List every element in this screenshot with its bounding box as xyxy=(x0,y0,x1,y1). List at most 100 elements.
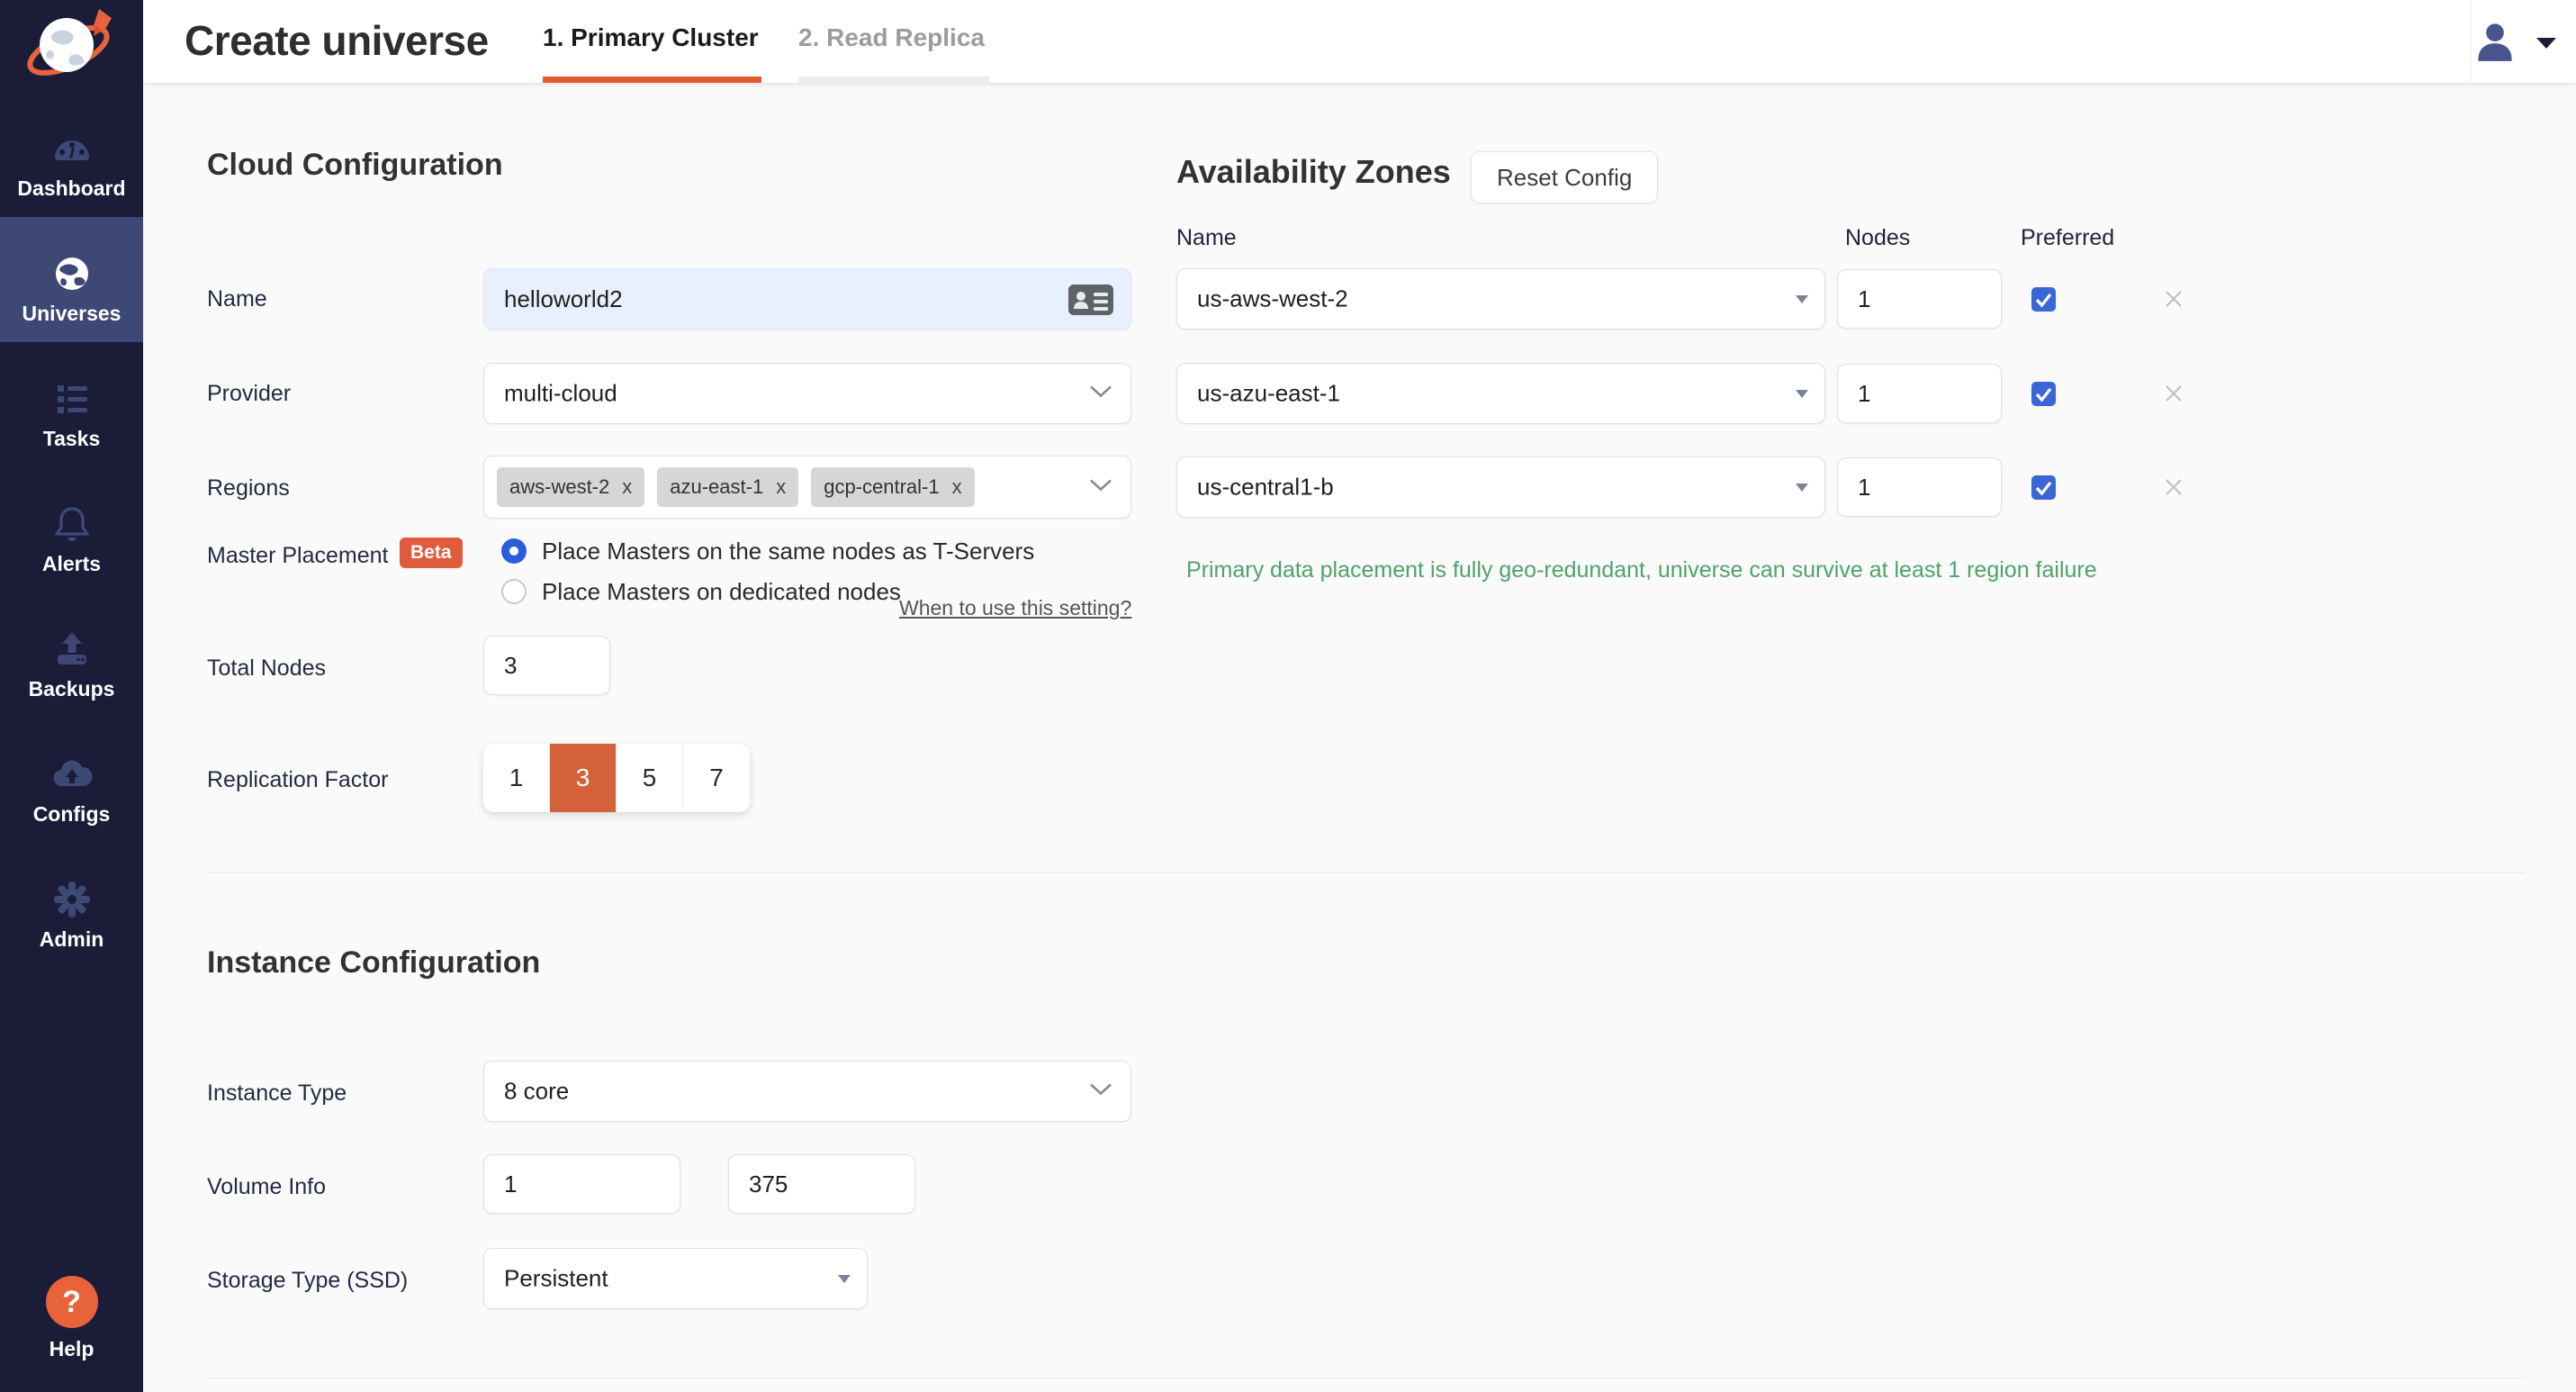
tab-label: 2. Read Replica xyxy=(798,23,985,52)
az-zone-select[interactable]: us-azu-east-1 xyxy=(1176,363,1825,424)
replication-factor-label: Replication Factor xyxy=(207,767,388,793)
sidebar-item-configs[interactable]: Configs xyxy=(0,718,143,843)
remove-chip-icon[interactable]: x xyxy=(776,475,786,499)
dropdown-caret-icon xyxy=(1796,390,1808,398)
provider-select[interactable]: multi-cloud xyxy=(483,363,1131,424)
region-chip-label: gcp-central-1 xyxy=(824,475,939,499)
total-nodes-input[interactable] xyxy=(483,636,610,695)
remove-zone-icon[interactable] xyxy=(2163,288,2184,310)
chevron-down-icon xyxy=(2536,38,2556,49)
region-chip[interactable]: aws-west-2 x xyxy=(497,467,644,507)
preferred-checkbox-checked[interactable] xyxy=(2031,287,2056,312)
regions-label: Regions xyxy=(207,475,290,502)
sidebar-item-tasks[interactable]: Tasks xyxy=(0,342,143,467)
chevron-down-icon xyxy=(1089,478,1112,497)
header-divider xyxy=(2471,0,2472,83)
dropdown-caret-icon xyxy=(838,1275,851,1283)
user-icon xyxy=(2473,51,2517,67)
az-nodes-input[interactable] xyxy=(1837,457,2002,517)
create-universe-page: Dashboard Universes xyxy=(0,0,2576,1392)
bell-icon xyxy=(0,502,143,547)
regions-multiselect[interactable]: aws-west-2 x azu-east-1 x gcp-central-1 … xyxy=(483,456,1131,519)
instance-type-select[interactable]: 8 core xyxy=(483,1061,1131,1122)
master-placement-label: Master Placement xyxy=(207,543,388,569)
active-tab-indicator xyxy=(543,77,761,83)
tab-primary-cluster[interactable]: 1. Primary Cluster xyxy=(543,0,761,83)
backup-upload-icon xyxy=(0,627,143,672)
chevron-down-icon xyxy=(1089,1082,1112,1101)
remove-zone-icon[interactable] xyxy=(2163,383,2184,404)
main-content: Cloud Configuration Name Provider multi-… xyxy=(143,83,2576,1392)
tab-read-replica[interactable]: 2. Read Replica xyxy=(798,0,989,83)
instance-type-value: 8 core xyxy=(504,1078,569,1106)
universe-name-input[interactable] xyxy=(483,268,1131,330)
volume-count-input[interactable] xyxy=(483,1154,680,1214)
sidebar-item-dashboard[interactable]: Dashboard xyxy=(0,92,143,217)
total-nodes-label: Total Nodes xyxy=(207,655,326,682)
replication-factor-7-button[interactable]: 7 xyxy=(683,744,750,812)
az-zone-select[interactable]: us-aws-west-2 xyxy=(1176,268,1825,330)
sidebar-item-label: Tasks xyxy=(0,427,143,451)
remove-chip-icon[interactable]: x xyxy=(952,475,962,499)
radio-selected-icon xyxy=(501,538,527,564)
availability-zones-heading: Availability Zones xyxy=(1176,153,1451,191)
storage-type-value: Persistent xyxy=(504,1265,608,1293)
help-label: Help xyxy=(0,1337,143,1361)
remove-chip-icon[interactable]: x xyxy=(622,475,632,499)
section-divider xyxy=(207,872,2525,873)
region-chip-label: aws-west-2 xyxy=(509,475,609,499)
region-chip[interactable]: azu-east-1 x xyxy=(657,467,798,507)
sidebar-item-universes[interactable]: Universes xyxy=(0,217,143,342)
preferred-checkbox-checked[interactable] xyxy=(2031,475,2056,500)
replication-factor-3-button[interactable]: 3 xyxy=(550,744,617,812)
az-column-name: Name xyxy=(1176,225,1237,251)
radio-label: Place Masters on the same nodes as T-Ser… xyxy=(542,538,1034,565)
az-zone-select[interactable]: us-central1-b xyxy=(1176,456,1825,518)
radio-masters-dedicated-nodes[interactable]: Place Masters on dedicated nodes xyxy=(501,575,901,608)
sidebar-item-label: Backups xyxy=(0,677,143,701)
beta-badge: Beta xyxy=(400,538,463,568)
gear-icon xyxy=(0,877,143,922)
az-column-nodes: Nodes xyxy=(1845,225,1910,251)
sidebar-item-backups[interactable]: Backups xyxy=(0,592,143,718)
sidebar-item-alerts[interactable]: Alerts xyxy=(0,467,143,592)
replication-factor-1-button[interactable]: 1 xyxy=(483,744,550,812)
sidebar-item-label: Dashboard xyxy=(0,176,143,201)
sidebar-item-help[interactable]: ? Help xyxy=(0,1270,143,1383)
preferred-checkbox-checked[interactable] xyxy=(2031,382,2056,406)
volume-info-label: Volume Info xyxy=(207,1174,326,1200)
instance-configuration-heading: Instance Configuration xyxy=(207,945,540,981)
yugabyte-logo-icon[interactable] xyxy=(23,4,119,86)
replication-factor-5-button[interactable]: 5 xyxy=(617,744,683,812)
sidebar-item-admin[interactable]: Admin xyxy=(0,843,143,968)
gauge-icon xyxy=(0,126,143,171)
radio-unselected-icon xyxy=(501,579,527,604)
name-label: Name xyxy=(207,286,267,312)
user-menu-button[interactable] xyxy=(2473,20,2556,63)
sidebar-item-label: Universes xyxy=(0,302,143,326)
region-chip[interactable]: gcp-central-1 x xyxy=(811,467,974,507)
radio-masters-same-nodes[interactable]: Place Masters on the same nodes as T-Ser… xyxy=(501,535,1034,567)
inactive-tab-indicator xyxy=(798,77,989,83)
replication-factor-group: 1 3 5 7 xyxy=(483,744,750,812)
az-zone-value: us-azu-east-1 xyxy=(1197,380,1340,408)
chevron-down-icon xyxy=(1089,384,1112,403)
volume-size-input[interactable] xyxy=(728,1154,915,1214)
az-zone-value: us-aws-west-2 xyxy=(1197,285,1348,313)
reset-config-button[interactable]: Reset Config xyxy=(1471,151,1658,203)
radio-label: Place Masters on dedicated nodes xyxy=(542,578,901,606)
instance-type-label: Instance Type xyxy=(207,1080,347,1107)
storage-type-label: Storage Type (SSD) xyxy=(207,1268,408,1294)
az-column-preferred: Preferred xyxy=(2021,225,2114,251)
sidebar-nav: Dashboard Universes xyxy=(0,92,143,968)
sidebar-item-label: Configs xyxy=(0,802,143,827)
az-nodes-input[interactable] xyxy=(1837,269,2002,329)
az-nodes-input[interactable] xyxy=(1837,364,2002,423)
region-chip-label: azu-east-1 xyxy=(670,475,763,499)
dropdown-caret-icon xyxy=(1796,484,1808,492)
storage-type-select[interactable]: Persistent xyxy=(483,1248,868,1309)
task-list-icon xyxy=(0,376,143,421)
when-to-use-setting-link[interactable]: When to use this setting? xyxy=(899,596,1131,620)
remove-zone-icon[interactable] xyxy=(2163,476,2184,498)
provider-label: Provider xyxy=(207,381,291,407)
